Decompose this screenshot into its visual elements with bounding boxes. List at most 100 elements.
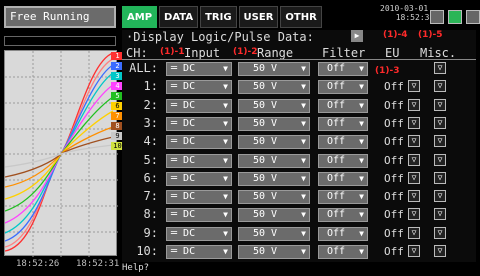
dc-icon: ═ <box>171 227 184 239</box>
row-ch-8: 8: ═ DC ▼ 50 V ▼ Off ▼ Off ▽ ▽ <box>122 206 476 223</box>
tab-amp[interactable]: AMP <box>122 6 158 28</box>
time-start: 18:52:26 <box>16 259 60 269</box>
tab-trig[interactable]: TRIG <box>200 6 237 28</box>
eu-button[interactable]: ▽ <box>408 245 420 257</box>
misc-button[interactable]: ▽ <box>434 171 446 184</box>
misc-button[interactable]: ▽ <box>434 135 446 148</box>
input-select[interactable]: ═ DC ▼ <box>166 80 232 95</box>
input-select[interactable]: ═ DC ▼ <box>166 226 232 241</box>
range-select[interactable]: 50 V ▼ <box>238 62 310 76</box>
row-ch-2: 2: ═ DC ▼ 50 V ▼ Off ▼ Off ▽ ▽ <box>122 97 476 114</box>
misc-button[interactable]: ▽ <box>434 190 446 203</box>
pc-icon <box>448 10 462 24</box>
eu-value[interactable]: Off <box>384 115 404 132</box>
range-select[interactable]: 50 V ▼ <box>238 171 310 186</box>
dropdown-arrow-icon: ▼ <box>359 82 364 92</box>
misc-button[interactable]: ▽ <box>434 116 446 129</box>
dropdown-arrow-icon: ▼ <box>223 82 228 92</box>
input-select[interactable]: ═ DC ▼ <box>166 190 232 205</box>
row-ch-5: 5: ═ DC ▼ 50 V ▼ Off ▼ Off ▽ ▽ <box>122 152 476 169</box>
filter-select[interactable]: Off ▼ <box>318 226 368 241</box>
eu-value[interactable]: Off <box>384 188 404 205</box>
eu-button[interactable]: ▽ <box>408 116 420 129</box>
eu-value[interactable]: Off <box>384 206 404 223</box>
filter-select[interactable]: Off ▼ <box>318 80 368 95</box>
range-select[interactable]: 50 V ▼ <box>238 80 310 95</box>
eu-button[interactable]: ▽ <box>408 80 420 93</box>
tab-othr[interactable]: OTHR <box>280 6 322 28</box>
input-select[interactable]: ═ DC ▼ <box>166 153 232 168</box>
dc-icon: ═ <box>171 136 184 148</box>
input-select[interactable]: ═ DC ▼ <box>166 171 232 186</box>
misc-button[interactable]: ▽ <box>434 153 446 166</box>
mode-label: Free Running <box>4 6 116 28</box>
range-select[interactable]: 50 V ▼ <box>238 135 310 150</box>
input-select[interactable]: ═ DC ▼ <box>166 208 232 223</box>
tab-user[interactable]: USER <box>238 6 279 28</box>
waveform-svg <box>5 51 118 257</box>
input-select[interactable]: ═ DC ▼ <box>166 135 232 150</box>
tab-data[interactable]: DATA <box>159 6 199 28</box>
header-filter: Filter <box>322 46 366 60</box>
eu-button[interactable]: ▽ <box>408 190 420 203</box>
dropdown-arrow-icon: ▼ <box>223 155 228 165</box>
input-select[interactable]: ═ DC ▼ <box>166 98 232 113</box>
filter-select[interactable]: Off ▼ <box>318 208 368 223</box>
range-select[interactable]: 50 V ▼ <box>238 226 310 241</box>
memory-icon <box>430 10 444 24</box>
dropdown-arrow-icon: ▼ <box>223 228 228 238</box>
channel-label: 5: <box>143 152 158 167</box>
header-eu: EU <box>385 46 400 60</box>
input-select[interactable]: ═ DC ▼ <box>166 245 232 259</box>
channel-label: 9: <box>143 225 158 240</box>
misc-button[interactable]: ▽ <box>434 245 446 257</box>
range-select[interactable]: 50 V ▼ <box>238 116 310 131</box>
misc-button[interactable]: ▽ <box>434 208 446 221</box>
filter-select[interactable]: Off ▼ <box>318 116 368 131</box>
range-select[interactable]: 50 V ▼ <box>238 245 310 259</box>
row-ch-4: 4: ═ DC ▼ 50 V ▼ Off ▼ Off ▽ ▽ <box>122 133 476 150</box>
eu-button[interactable]: ▽ <box>408 226 420 239</box>
eu-button[interactable]: ▽ <box>408 98 420 111</box>
channel-label: 3: <box>143 115 158 130</box>
eu-value[interactable]: Off <box>384 152 404 169</box>
misc-button[interactable]: ▽ <box>434 98 446 111</box>
filter-select[interactable]: Off ▼ <box>318 190 368 205</box>
range-select[interactable]: 50 V ▼ <box>238 208 310 223</box>
eu-value[interactable]: Off <box>384 170 404 187</box>
range-select[interactable]: 50 V ▼ <box>238 153 310 168</box>
eu-button[interactable]: ▽ <box>408 171 420 184</box>
eu-button[interactable]: ▽ <box>408 208 420 221</box>
eu-button[interactable]: ▽ <box>408 135 420 148</box>
dc-icon: ═ <box>171 117 184 129</box>
range-select[interactable]: 50 V ▼ <box>238 98 310 113</box>
filter-select[interactable]: Off ▼ <box>318 135 368 150</box>
row-all: ALL: ═ DC ▼ 50 V ▼ Off ▼ ▽ <box>122 60 476 77</box>
eu-button[interactable]: ▽ <box>408 153 420 166</box>
waveform-graph <box>4 50 118 257</box>
annotation-1-1: (1)-1 <box>160 47 185 57</box>
eu-value[interactable]: Off <box>384 133 404 150</box>
input-select[interactable]: ═ DC ▼ <box>166 116 232 131</box>
eu-value[interactable]: Off <box>384 78 404 95</box>
eu-value[interactable]: Off <box>384 225 404 242</box>
eu-value[interactable]: Off <box>384 243 404 260</box>
misc-button[interactable]: ▽ <box>434 80 446 93</box>
misc-button[interactable]: ▽ <box>434 62 446 74</box>
filter-select[interactable]: Off ▼ <box>318 153 368 168</box>
range-select[interactable]: 50 V ▼ <box>238 190 310 205</box>
filter-select[interactable]: Off ▼ <box>318 245 368 259</box>
dc-icon: ═ <box>171 172 184 184</box>
annotation-1-4: (1)-4 <box>383 30 408 40</box>
channel-label: 6: <box>143 170 158 185</box>
display-logic-toggle[interactable]: ▶ <box>351 30 363 42</box>
input-select[interactable]: ═ DC ▼ <box>166 62 232 76</box>
dropdown-arrow-icon: ▼ <box>359 64 364 73</box>
filter-select[interactable]: Off ▼ <box>318 62 368 76</box>
filter-select[interactable]: Off ▼ <box>318 98 368 113</box>
channel-label: 8: <box>143 207 158 222</box>
eu-value[interactable]: Off <box>384 97 404 114</box>
filter-select[interactable]: Off ▼ <box>318 171 368 186</box>
misc-button[interactable]: ▽ <box>434 226 446 239</box>
row-ch-9: 9: ═ DC ▼ 50 V ▼ Off ▼ Off ▽ ▽ <box>122 225 476 242</box>
